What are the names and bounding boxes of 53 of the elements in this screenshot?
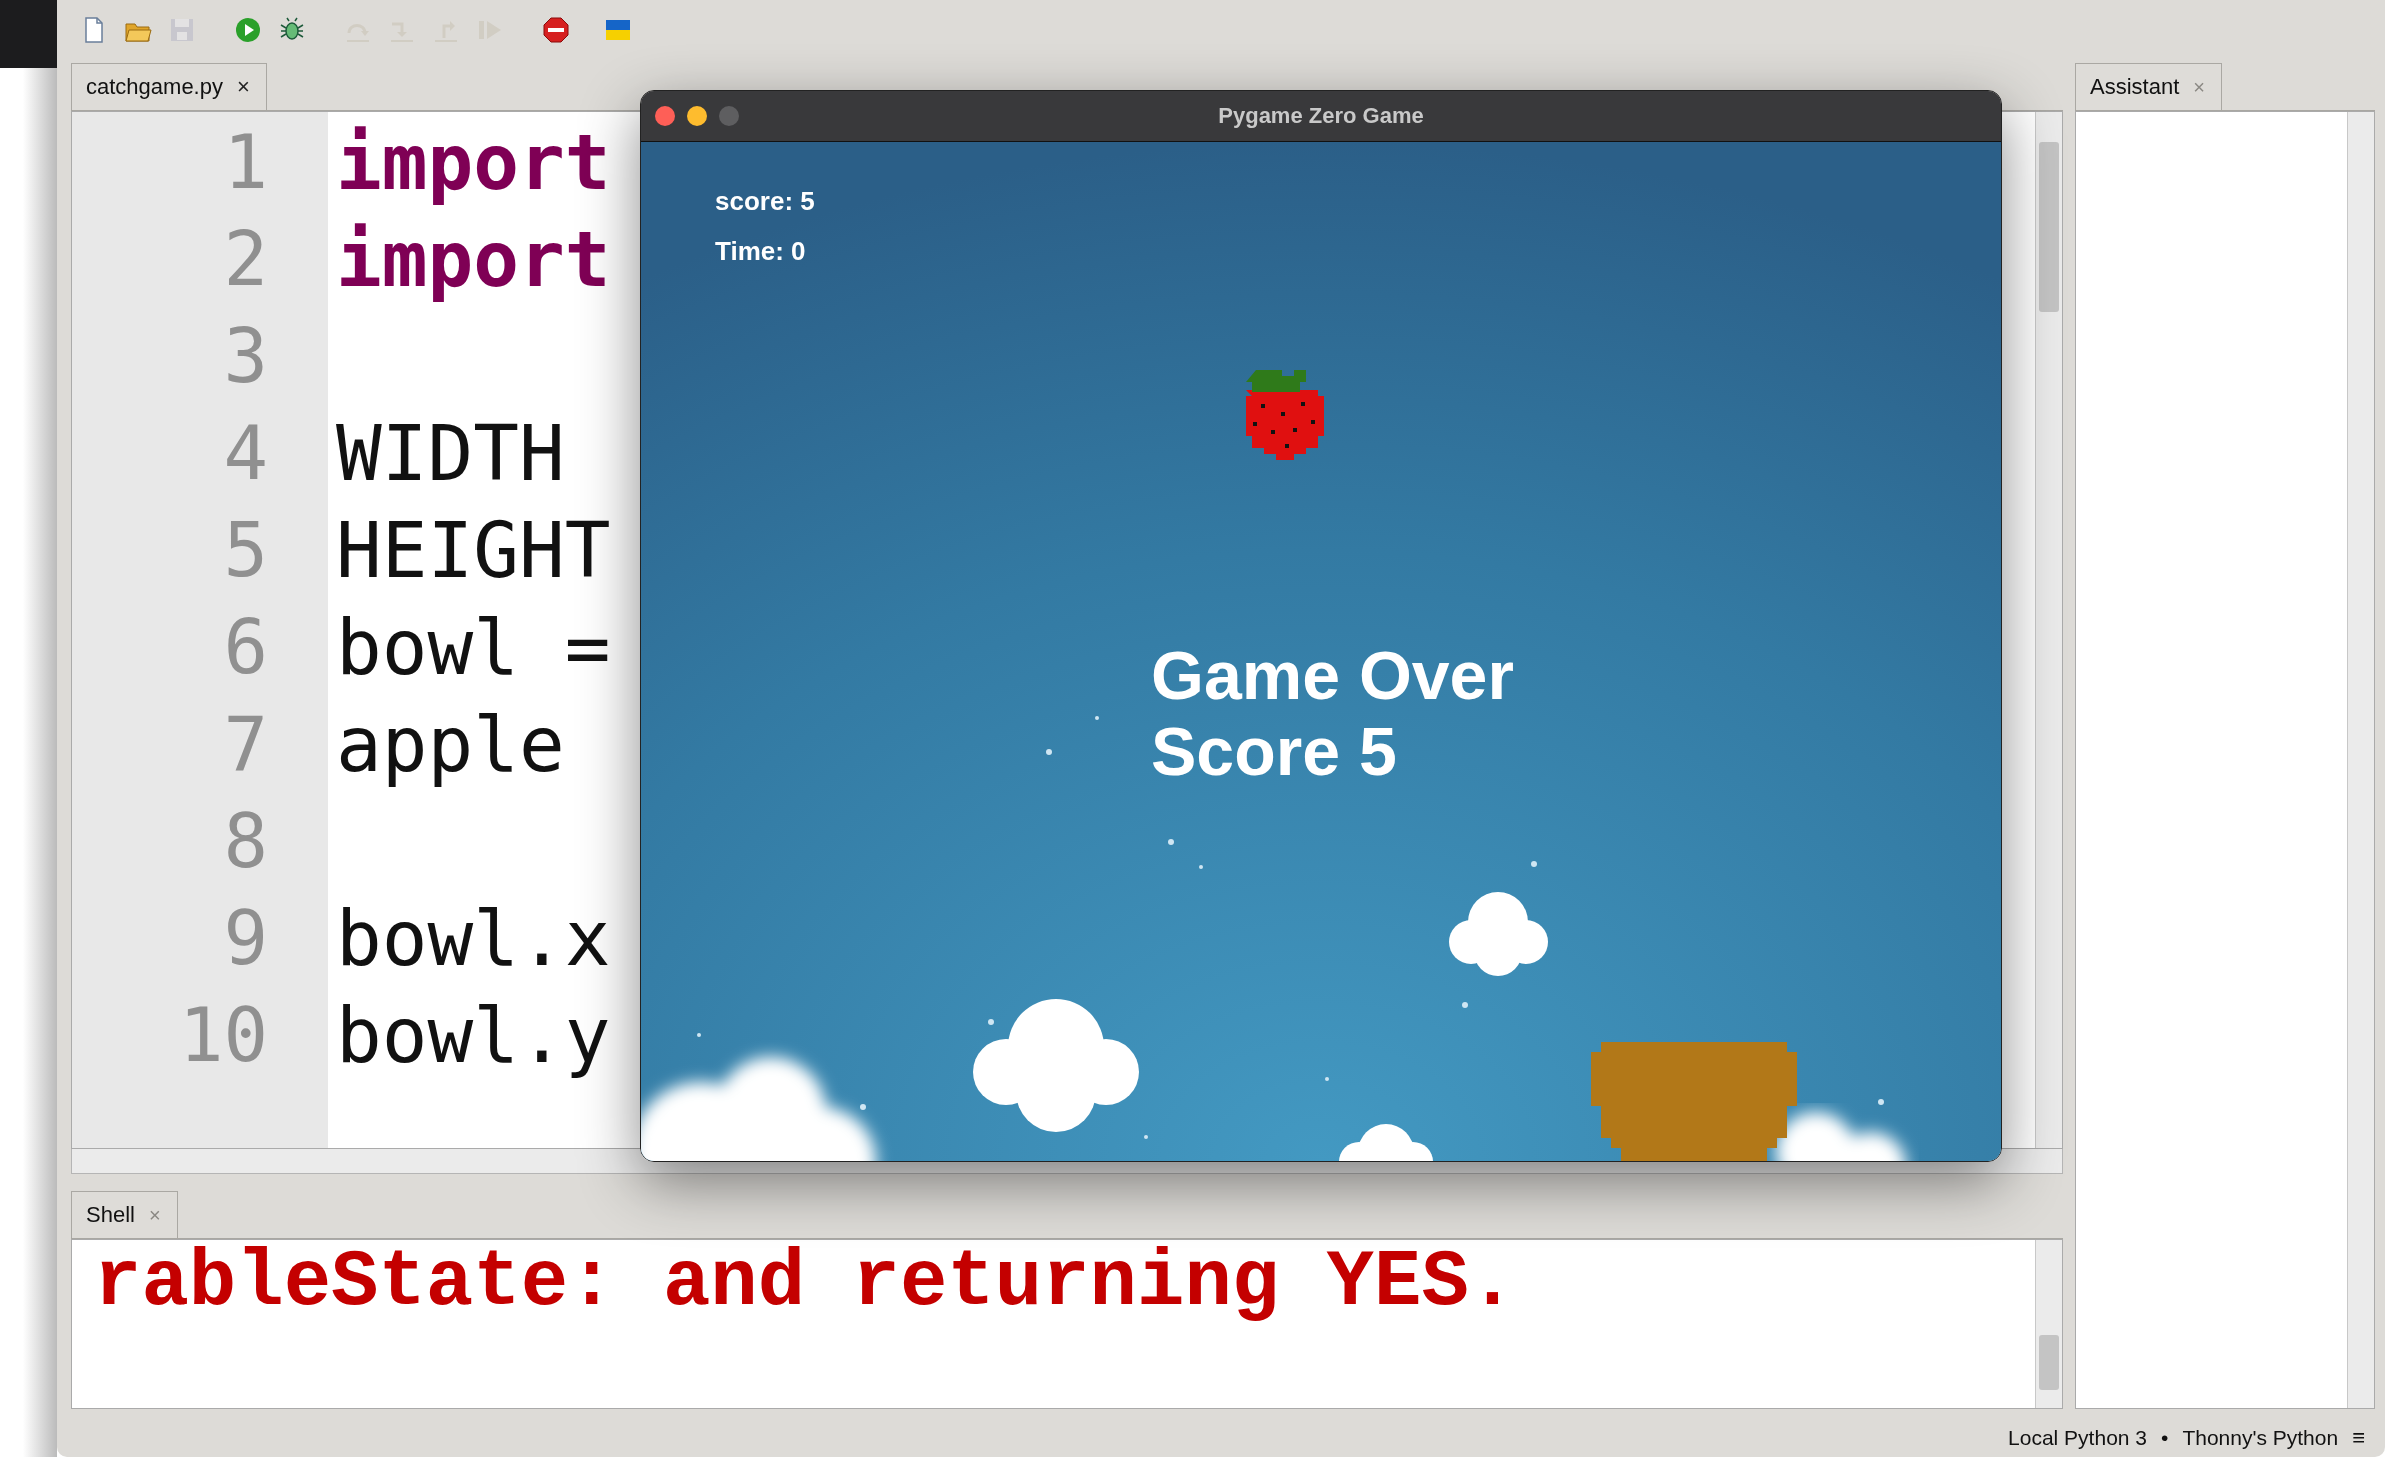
line-number: 8 [223,797,268,886]
code-line: import [336,215,611,304]
code-line: apple [336,700,565,789]
assistant-tab[interactable]: Assistant × [2075,63,2222,110]
sparkle [1046,749,1052,755]
sparkle [1325,1077,1329,1081]
sparkle [1878,1099,1884,1105]
line-number: 7 [223,700,268,789]
close-button[interactable] [655,106,675,126]
menu-button[interactable]: ≡ [2352,1425,2365,1451]
sparkle [1531,861,1537,867]
separator-dot: • [2161,1426,2169,1450]
close-tab-button[interactable]: × [236,74,250,100]
sparkle [1462,1002,1468,1008]
sparkle [860,1104,866,1110]
line-number: 1 [223,118,268,207]
editor-tab[interactable]: catchgame.py × [71,63,267,110]
game-message: Game Over [1151,637,1514,713]
sparkle [1168,839,1174,845]
line-number: 3 [223,312,268,401]
line-number: 5 [223,506,268,595]
sparkle [1199,865,1203,869]
shell-tab[interactable]: Shell × [71,1191,178,1238]
scrollbar-thumb[interactable] [2039,142,2059,312]
code-line: import [336,118,611,207]
sparkle [1095,716,1099,720]
environment-label[interactable]: Thonny's Python [2182,1426,2339,1450]
scrollbar-thumb[interactable] [2039,1335,2059,1390]
shell-panel[interactable]: rableState: and returning YES. [71,1239,2063,1409]
scrollbar[interactable] [2035,1240,2062,1408]
line-number: 4 [223,409,268,498]
sparkle [988,1019,994,1025]
line-number: 10 [178,991,268,1080]
scrollbar[interactable] [2347,112,2374,1408]
line-number: 2 [223,215,268,304]
shell-output: rableState: and returning YES. [93,1240,1518,1330]
sparkle [1144,1135,1148,1139]
code-line: WIDTH [336,409,565,498]
zoom-button[interactable] [719,106,739,126]
hud-text: Time: 0 [715,236,807,266]
hud-text: score: 5 [715,186,815,216]
code-line: bowl.x [336,894,611,983]
code-line: bowl.y [336,991,611,1080]
code-line: HEIGHT [336,506,611,595]
line-number: 6 [223,603,268,692]
code-line: bowl = [336,603,611,692]
sparkle [697,1033,701,1037]
interpreter-label[interactable]: Local Python 3 [2008,1426,2147,1450]
minimize-button[interactable] [687,106,707,126]
scrollbar[interactable] [2035,112,2062,1148]
window-title: Pygame Zero Game [1218,103,1424,129]
game-message: Score 5 [1151,713,1397,789]
line-number: 9 [223,894,268,983]
